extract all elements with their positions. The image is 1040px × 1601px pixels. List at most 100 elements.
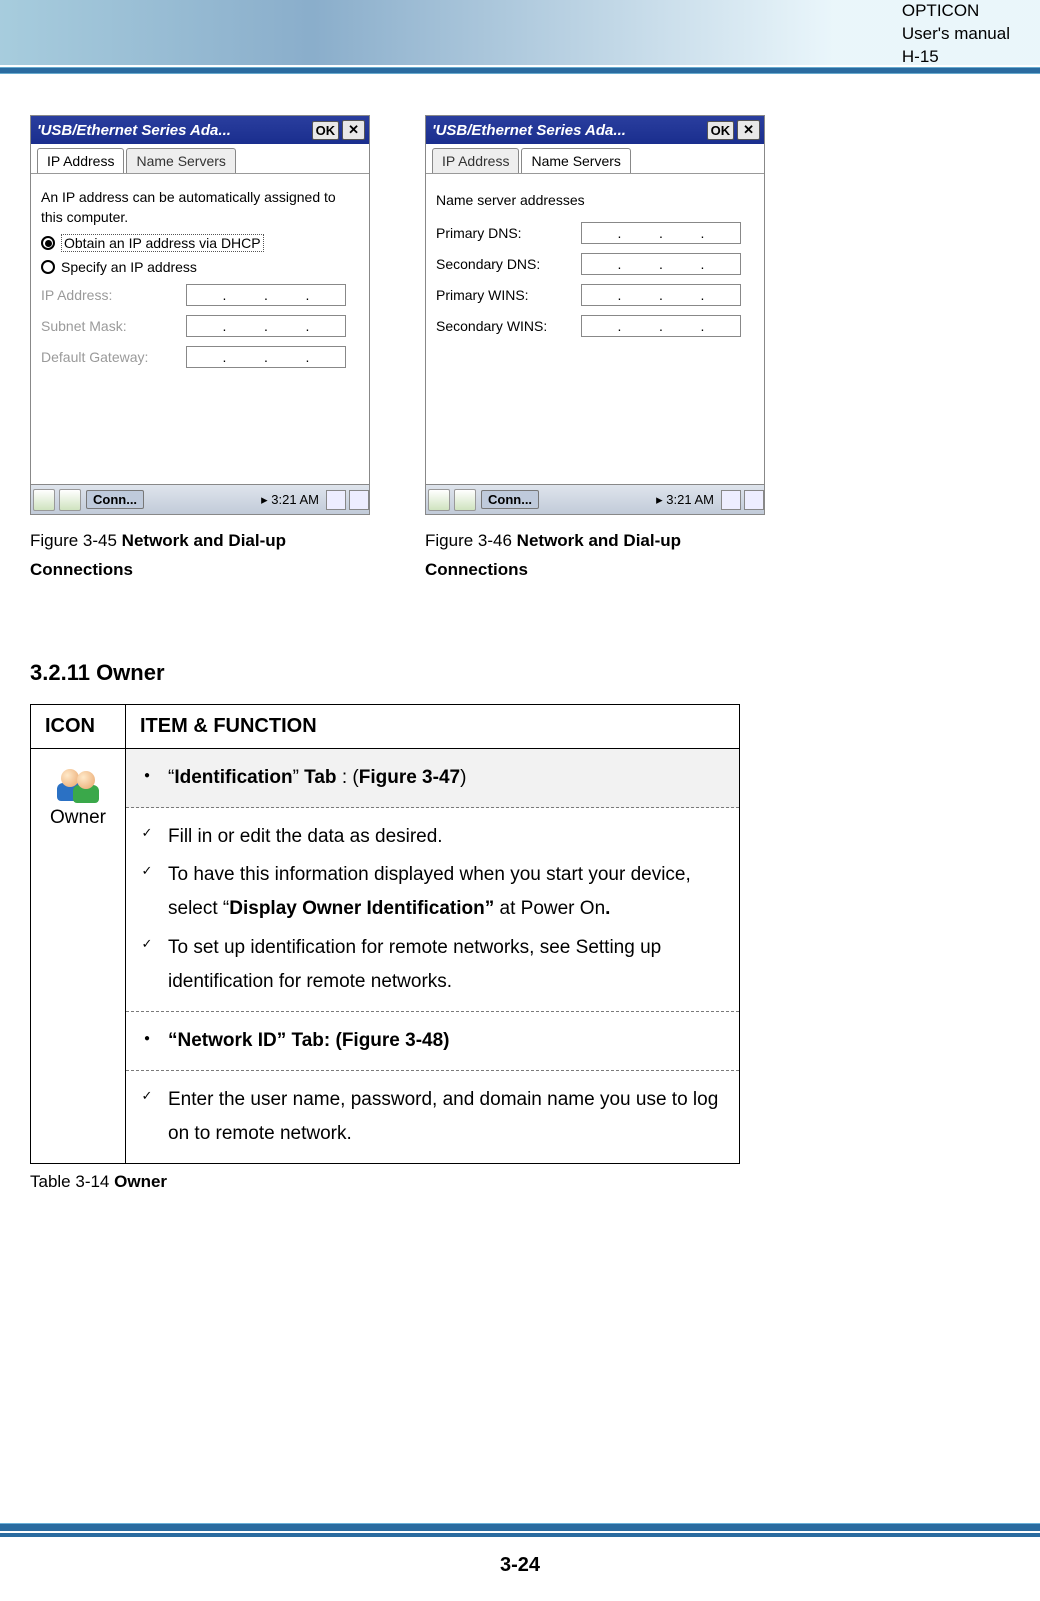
fill-edit-text: Fill in or edit the data as desired. <box>168 820 725 854</box>
window-titlebar: 'USB/Ethernet Series Ada... OK ✕ <box>31 116 369 144</box>
th-icon: ICON <box>31 704 126 748</box>
tab-name-servers[interactable]: Name Servers <box>521 148 630 173</box>
tab-ip-address[interactable]: IP Address <box>432 148 519 173</box>
header-banner <box>0 0 1040 65</box>
icon-cell: Owner <box>31 748 126 1164</box>
caption-prefix: Figure 3-46 <box>425 531 517 550</box>
tray-icon[interactable] <box>326 490 346 510</box>
ok-button[interactable]: OK <box>707 121 735 140</box>
taskbar: Conn... ▸ 3:21 AM <box>31 484 369 514</box>
tray-icon[interactable] <box>744 490 764 510</box>
screenshots-row: 'USB/Ethernet Series Ada... OK ✕ IP Addr… <box>30 115 1010 585</box>
screenshot-left: 'USB/Ethernet Series Ada... OK ✕ IP Addr… <box>30 115 370 585</box>
tray-icon[interactable] <box>721 490 741 510</box>
page-number: 3-24 <box>0 1554 1040 1577</box>
footer-rule <box>0 1523 1040 1541</box>
primary-dns-row: Primary DNS: ... <box>436 222 754 244</box>
globe-icon[interactable] <box>454 489 476 511</box>
tray-icon[interactable] <box>349 490 369 510</box>
enter-credentials-text: Enter the user name, password, and domai… <box>168 1083 725 1151</box>
caption-prefix: Figure 3-45 <box>30 531 122 550</box>
network-id-tab-text: “Network ID” Tab: (Figure 3-48) <box>168 1024 725 1058</box>
radio-dhcp-label: Obtain an IP address via DHCP <box>61 234 264 252</box>
ip-address-label: IP Address: <box>41 287 186 303</box>
owner-icon <box>57 765 99 803</box>
window-name-servers: 'USB/Ethernet Series Ada... OK ✕ IP Addr… <box>425 115 765 515</box>
section-title: 3.2.11 Owner <box>30 660 1010 686</box>
radio-icon <box>41 236 55 250</box>
table-caption-bold: Owner <box>114 1172 167 1191</box>
tab-bar: IP Address Name Servers <box>31 144 369 174</box>
header-line3: H-15 <box>902 47 939 66</box>
primary-wins-input[interactable]: ... <box>581 284 741 306</box>
th-item: ITEM & FUNCTION <box>126 704 740 748</box>
clock-text: 3:21 AM <box>271 492 319 507</box>
ip-address-row: IP Address: ... <box>41 284 359 306</box>
page-header: OPTICON User's manual H-15 <box>30 0 1010 75</box>
taskbar-clock: ▸ 3:21 AM <box>656 492 714 508</box>
secondary-dns-label: Secondary DNS: <box>436 256 581 272</box>
taskbar: Conn... ▸ 3:21 AM <box>426 484 764 514</box>
taskbar-conn-button[interactable]: Conn... <box>481 490 539 509</box>
subnet-mask-label: Subnet Mask: <box>41 318 186 334</box>
table-caption-prefix: Table 3-14 <box>30 1172 114 1191</box>
subnet-mask-input[interactable]: ... <box>186 315 346 337</box>
close-button[interactable]: ✕ <box>737 120 760 140</box>
radio-specify-label: Specify an IP address <box>61 259 197 275</box>
clock-text: 3:21 AM <box>666 492 714 507</box>
name-server-heading: Name server addresses <box>436 192 754 208</box>
secondary-dns-input[interactable]: ... <box>581 253 741 275</box>
ip-address-input[interactable]: ... <box>186 284 346 306</box>
secondary-dns-row: Secondary DNS: ... <box>436 253 754 275</box>
window-title: 'USB/Ethernet Series Ada... <box>432 122 626 139</box>
primary-wins-row: Primary WINS: ... <box>436 284 754 306</box>
owner-table: ICON ITEM & FUNCTION Owner “Identificati… <box>30 704 740 1165</box>
start-icon[interactable] <box>33 489 55 511</box>
tab-pane: Name server addresses Primary DNS: ... S… <box>426 174 764 354</box>
display-owner-text: To have this information displayed when … <box>168 858 725 926</box>
tab-name-servers[interactable]: Name Servers <box>126 148 235 173</box>
row-identification-tab: “Identification” Tab : (Figure 3-47) <box>126 749 739 808</box>
screenshot-right: 'USB/Ethernet Series Ada... OK ✕ IP Addr… <box>425 115 765 585</box>
tab-ip-address[interactable]: IP Address <box>37 148 124 173</box>
window-title: 'USB/Ethernet Series Ada... <box>37 122 231 139</box>
figure-caption-left: Figure 3-45 Network and Dial-up Connecti… <box>30 527 370 585</box>
table-body-row: Owner “Identification” Tab : (Figure 3-4… <box>31 748 740 1164</box>
header-rule <box>0 67 1040 74</box>
taskbar-conn-button[interactable]: Conn... <box>86 490 144 509</box>
gateway-label: Default Gateway: <box>41 349 186 365</box>
secondary-wins-label: Secondary WINS: <box>436 318 581 334</box>
primary-dns-label: Primary DNS: <box>436 225 581 241</box>
close-button[interactable]: ✕ <box>342 120 365 140</box>
header-line1: OPTICON <box>902 1 979 20</box>
gateway-input[interactable]: ... <box>186 346 346 368</box>
window-ip-address: 'USB/Ethernet Series Ada... OK ✕ IP Addr… <box>30 115 370 515</box>
start-icon[interactable] <box>428 489 450 511</box>
figure-caption-right: Figure 3-46 Network and Dial-up Connecti… <box>425 527 765 585</box>
radio-dhcp-row[interactable]: Obtain an IP address via DHCP <box>41 234 359 252</box>
table-header-row: ICON ITEM & FUNCTION <box>31 704 740 748</box>
remote-setup-text: To set up identification for remote netw… <box>168 931 725 999</box>
table-caption: Table 3-14 Owner <box>30 1172 1010 1192</box>
secondary-wins-input[interactable]: ... <box>581 315 741 337</box>
ok-button[interactable]: OK <box>312 121 340 140</box>
subnet-mask-row: Subnet Mask: ... <box>41 315 359 337</box>
radio-specify-row[interactable]: Specify an IP address <box>41 259 359 275</box>
icon-label: Owner <box>45 807 111 829</box>
function-cell: “Identification” Tab : (Figure 3-47) Fil… <box>126 748 740 1164</box>
row-network-id-tab: “Network ID” Tab: (Figure 3-48) <box>126 1012 739 1071</box>
taskbar-clock: ▸ 3:21 AM <box>261 492 319 508</box>
auto-assign-text: An IP address can be automatically assig… <box>41 188 359 227</box>
secondary-wins-row: Secondary WINS: ... <box>436 315 754 337</box>
row-network-id-details: Enter the user name, password, and domai… <box>126 1071 739 1163</box>
tab-bar: IP Address Name Servers <box>426 144 764 174</box>
header-text: OPTICON User's manual H-15 <box>902 0 1010 69</box>
radio-icon <box>41 260 55 274</box>
header-line2: User's manual <box>902 24 1010 43</box>
identification-tab-text: “Identification” Tab : (Figure 3-47) <box>168 761 725 795</box>
primary-wins-label: Primary WINS: <box>436 287 581 303</box>
window-titlebar: 'USB/Ethernet Series Ada... OK ✕ <box>426 116 764 144</box>
primary-dns-input[interactable]: ... <box>581 222 741 244</box>
globe-icon[interactable] <box>59 489 81 511</box>
gateway-row: Default Gateway: ... <box>41 346 359 368</box>
